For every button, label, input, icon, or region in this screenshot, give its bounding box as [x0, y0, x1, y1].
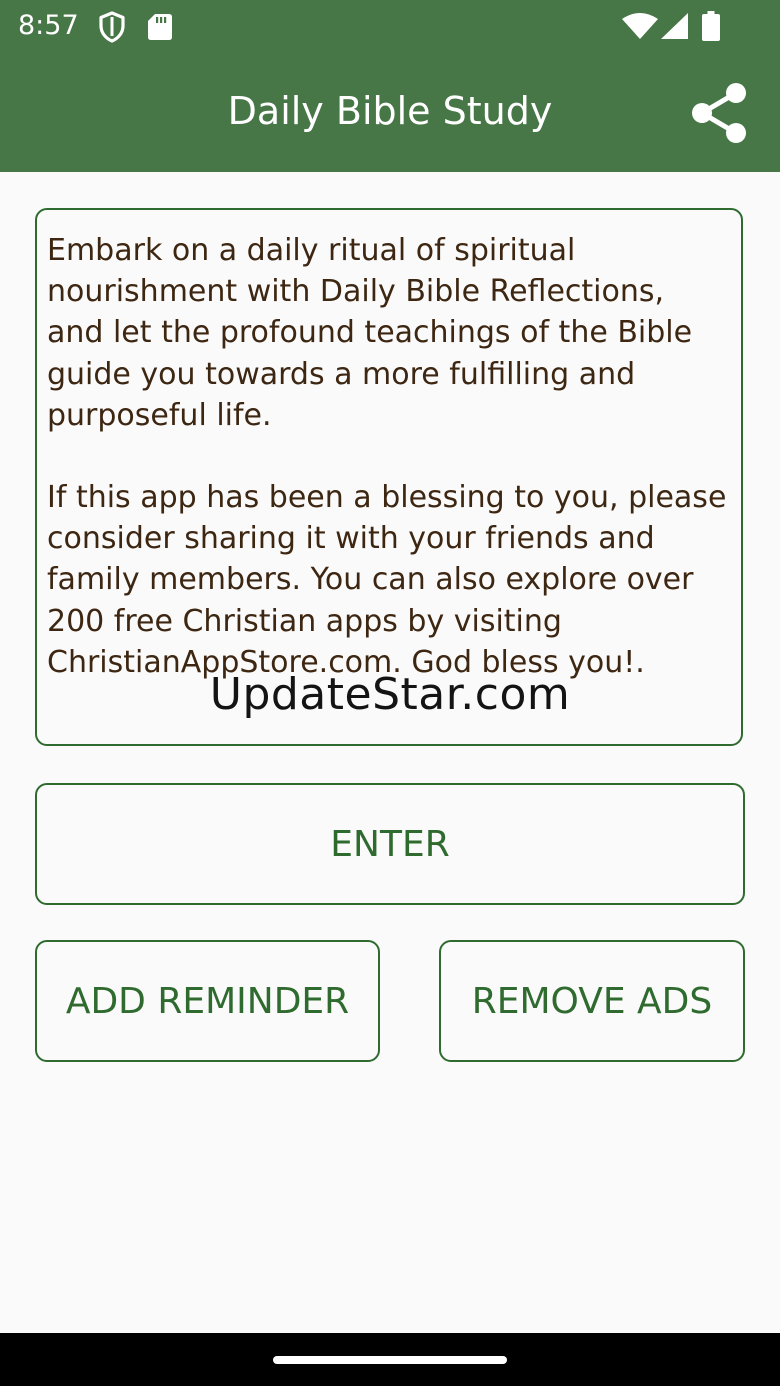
description-paragraph-1: Embark on a daily ritual of spiritual no…: [47, 233, 693, 433]
app-bar: Daily Bible Study: [0, 54, 780, 172]
share-icon[interactable]: [686, 80, 752, 146]
status-bar: 8:57: [0, 0, 780, 54]
remove-ads-button[interactable]: REMOVE ADS: [439, 940, 745, 1062]
wifi-icon: [622, 13, 658, 39]
description-box: Embark on a daily ritual of spiritual no…: [35, 208, 743, 746]
navigation-bar: [0, 1333, 780, 1386]
page-title: Daily Bible Study: [227, 89, 553, 133]
description-paragraph-2: If this app has been a blessing to you, …: [47, 480, 727, 680]
status-time: 8:57: [18, 10, 79, 41]
cell-signal-icon: [661, 13, 688, 39]
battery-icon: [702, 11, 720, 41]
shield-icon: [99, 11, 125, 43]
home-gesture-handle[interactable]: [273, 1356, 507, 1364]
sd-card-icon: [148, 14, 172, 40]
enter-button[interactable]: ENTER: [35, 783, 745, 905]
add-reminder-button[interactable]: ADD REMINDER: [35, 940, 380, 1062]
